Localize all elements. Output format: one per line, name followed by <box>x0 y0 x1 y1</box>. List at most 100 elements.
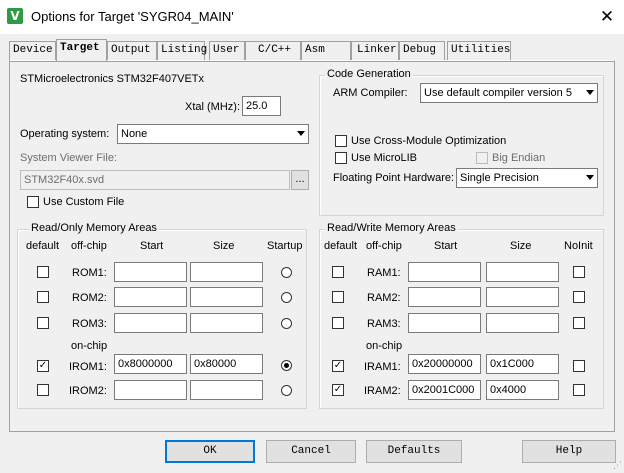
tab-linker[interactable]: Linker <box>351 41 399 60</box>
ram3-noinit-checkbox[interactable] <box>573 317 585 329</box>
microlib-label: Use MicroLIB <box>351 152 418 164</box>
help-button[interactable]: Help <box>522 440 616 463</box>
rom2-start-input[interactable] <box>114 287 187 307</box>
rom2-size-input[interactable] <box>190 287 263 307</box>
ok-button[interactable]: OK <box>165 440 255 463</box>
cancel-button[interactable]: Cancel <box>266 440 356 463</box>
app-icon: V <box>7 8 23 24</box>
rom-header-startup: Startup <box>267 240 303 252</box>
svf-input[interactable]: STM32F40x.svd <box>20 170 290 190</box>
rom2-startup-radio[interactable] <box>281 292 292 303</box>
rom-header-size: Size <box>213 240 235 252</box>
irom2-startup-radio[interactable] <box>281 385 292 396</box>
tab-c-cpp[interactable]: C/C++ <box>245 41 301 60</box>
use-custom-file-label: Use Custom File <box>43 196 125 208</box>
rom3-default-checkbox[interactable] <box>37 317 49 329</box>
rom2-default-checkbox[interactable] <box>37 291 49 303</box>
ram-header-default: default <box>324 240 358 252</box>
chevron-down-icon <box>586 90 594 95</box>
irom2-default-checkbox[interactable] <box>37 384 49 396</box>
browse-button[interactable]: ... <box>291 170 309 190</box>
irom1-default-checkbox[interactable]: ✓ <box>37 360 49 372</box>
ram2-default-checkbox[interactable] <box>332 291 344 303</box>
resize-grip-icon[interactable]: ⋰ <box>613 461 622 471</box>
ram2-start-input[interactable] <box>408 287 481 307</box>
ram-header-offchip: off-chip <box>366 240 402 252</box>
rom3-label: ROM3: <box>72 318 107 330</box>
iram1-start-input[interactable]: 0x20000000 <box>408 354 481 374</box>
arm-compiler-select[interactable]: Use default compiler version 5 <box>420 83 598 103</box>
ram3-start-input[interactable] <box>408 313 481 333</box>
iram1-size-input[interactable]: 0x1C000 <box>486 354 559 374</box>
tab-debug[interactable]: Debug <box>399 41 445 60</box>
iram1-noinit-checkbox[interactable] <box>573 360 585 372</box>
os-select[interactable]: None <box>117 124 309 144</box>
ram-legend: Read/Write Memory Areas <box>325 222 458 234</box>
tab-device[interactable]: Device <box>9 41 56 60</box>
rom1-default-checkbox[interactable] <box>37 266 49 278</box>
rom3-startup-radio[interactable] <box>281 318 292 329</box>
window-title: Options for Target 'SYGR04_MAIN' <box>31 9 234 24</box>
rom3-size-input[interactable] <box>190 313 263 333</box>
iram2-start-input[interactable]: 0x2001C000 <box>408 380 481 400</box>
ram3-label: RAM3: <box>367 318 401 330</box>
ram1-default-checkbox[interactable] <box>332 266 344 278</box>
cross-module-checkbox[interactable] <box>335 135 347 147</box>
svf-label: System Viewer File: <box>20 152 117 164</box>
irom2-size-input[interactable] <box>190 380 263 400</box>
tab-asm[interactable]: Asm <box>301 41 351 60</box>
chevron-down-icon <box>297 131 305 136</box>
defaults-button[interactable]: Defaults <box>366 440 462 463</box>
irom1-startup-radio[interactable] <box>281 360 292 371</box>
os-label: Operating system: <box>20 128 110 140</box>
fph-value: Single Precision <box>460 172 539 184</box>
microlib-checkbox[interactable] <box>335 152 347 164</box>
ram1-noinit-checkbox[interactable] <box>573 266 585 278</box>
big-endian-label: Big Endian <box>492 152 546 164</box>
rom-header-default: default <box>26 240 60 252</box>
fph-label: Floating Point Hardware: <box>333 172 455 184</box>
code-generation-legend: Code Generation <box>325 68 413 80</box>
fph-select[interactable]: Single Precision <box>456 168 598 188</box>
close-icon[interactable]: ✕ <box>596 6 618 28</box>
ram1-start-input[interactable] <box>408 262 481 282</box>
irom2-label: IROM2: <box>69 385 107 397</box>
xtal-input[interactable]: 25.0 <box>242 96 281 116</box>
rom3-start-input[interactable] <box>114 313 187 333</box>
rom2-label: ROM2: <box>72 292 107 304</box>
ram2-size-input[interactable] <box>486 287 559 307</box>
irom1-start-input[interactable]: 0x8000000 <box>114 354 187 374</box>
ram-onchip-label: on-chip <box>366 340 403 352</box>
irom1-label: IROM1: <box>69 361 107 373</box>
tab-user[interactable]: User <box>209 41 245 60</box>
rom1-size-input[interactable] <box>190 262 263 282</box>
use-custom-file-checkbox[interactable] <box>27 196 39 208</box>
ram3-size-input[interactable] <box>486 313 559 333</box>
chevron-down-icon <box>586 175 594 180</box>
rom-header-start: Start <box>140 240 164 252</box>
ram-header-start: Start <box>434 240 458 252</box>
ram2-label: RAM2: <box>367 292 401 304</box>
iram1-default-checkbox[interactable]: ✓ <box>332 360 344 372</box>
device-name: STMicroelectronics STM32F407VETx <box>20 73 204 85</box>
iram2-default-checkbox[interactable]: ✓ <box>332 384 344 396</box>
rom1-start-input[interactable] <box>114 262 187 282</box>
ram3-default-checkbox[interactable] <box>332 317 344 329</box>
tab-output[interactable]: Output <box>107 41 157 60</box>
ram2-noinit-checkbox[interactable] <box>573 291 585 303</box>
rom1-startup-radio[interactable] <box>281 267 292 278</box>
tab-target[interactable]: Target <box>56 39 107 61</box>
rom-legend: Read/Only Memory Areas <box>29 222 159 234</box>
big-endian-checkbox[interactable] <box>476 152 488 164</box>
arm-compiler-value: Use default compiler version 5 <box>424 87 572 99</box>
iram2-size-input[interactable]: 0x4000 <box>486 380 559 400</box>
tab-listing[interactable]: Listing <box>157 41 207 60</box>
ram-header-noinit: NoInit <box>564 240 593 252</box>
rom-header-offchip: off-chip <box>71 240 107 252</box>
arm-compiler-label: ARM Compiler: <box>333 87 408 99</box>
iram2-noinit-checkbox[interactable] <box>573 384 585 396</box>
tab-utilities[interactable]: Utilities <box>447 41 511 60</box>
irom1-size-input[interactable]: 0x80000 <box>190 354 263 374</box>
ram1-size-input[interactable] <box>486 262 559 282</box>
irom2-start-input[interactable] <box>114 380 187 400</box>
